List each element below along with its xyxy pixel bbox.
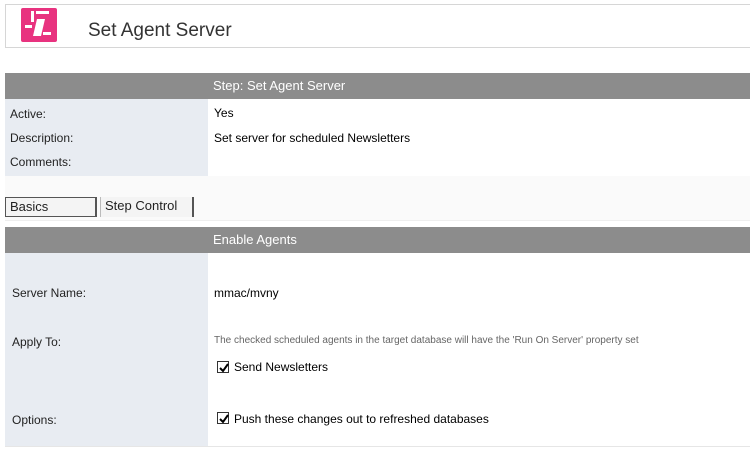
step-header-bar: Step: Set Agent Server: [5, 73, 750, 99]
options-label: Options:: [12, 413, 57, 427]
tab-basics[interactable]: Basics: [5, 197, 97, 217]
server-name-value: mmac/mvny: [214, 286, 279, 300]
section-header-title: Enable Agents: [213, 232, 297, 247]
comments-label: Comments:: [10, 155, 72, 169]
push-changes-label[interactable]: Push these changes out to refreshed data…: [234, 412, 489, 426]
section-header-bar: Enable Agents: [5, 227, 750, 253]
active-label: Active:: [10, 107, 47, 121]
tab-step-control[interactable]: Step Control: [100, 197, 194, 217]
step-header-title: Step: Set Agent Server: [213, 78, 346, 93]
active-value: Yes: [214, 106, 234, 120]
checkmark-icon: [219, 414, 229, 424]
tab-basics-label: Basics: [10, 199, 49, 214]
checkmark-icon: [219, 363, 229, 373]
apply-to-note: The checked scheduled agents in the targ…: [214, 335, 639, 346]
app-logo-icon: [21, 8, 57, 42]
description-value: Set server for scheduled Newsletters: [214, 131, 411, 145]
send-newsletters-checkbox[interactable]: [217, 361, 229, 373]
send-newsletters-label[interactable]: Send Newsletters: [234, 360, 328, 374]
tab-step-control-label: Step Control: [105, 198, 178, 213]
page-title: Set Agent Server: [88, 20, 232, 41]
description-label: Description:: [10, 131, 74, 145]
bottom-divider: [5, 446, 750, 447]
apply-to-label: Apply To:: [12, 335, 62, 349]
server-name-label: Server Name:: [12, 286, 87, 300]
push-changes-checkbox[interactable]: [217, 412, 229, 424]
